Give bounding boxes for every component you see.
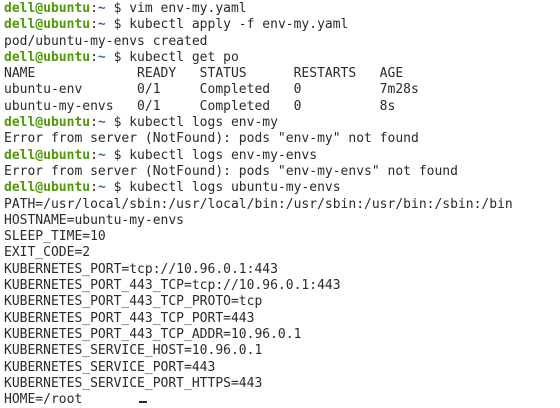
text-cursor [139,401,148,404]
output-line: KUBERNETES_SERVICE_PORT=443 [4,360,560,376]
output-text: KUBERNETES_PORT_443_TCP_PROTO=tcp [4,294,263,310]
output-text: ubuntu-my-envs 0/1 Completed 0 8s [4,98,396,114]
output-text: KUBERNETES_SERVICE_PORT=443 [4,359,216,375]
output-text: EXIT_CODE=2 [4,245,91,261]
output-line: KUBERNETES_PORT=tcp://10.96.0.1:443 [4,262,560,278]
command-line: dell@ubuntu:~ $ kubectl logs ubuntu-my-e… [4,180,560,196]
output-text: KUBERNETES_PORT_443_TCP_ADDR=10.96.0.1 [4,326,302,342]
output-line: KUBERNETES_PORT_443_TCP=tcp://10.96.0.1:… [4,278,560,294]
prompt-path: ~ [97,1,106,16]
command-line: dell@ubuntu:~ $ kubectl get po [4,50,560,66]
output-line: PATH=/usr/local/sbin:/usr/local/bin:/usr… [4,197,560,213]
output-line: KUBERNETES_SERVICE_HOST=10.96.0.1 [4,343,560,359]
output-text: KUBERNETES_PORT_443_TCP_PORT=443 [4,310,255,326]
output-text: NAME READY STATUS RESTARTS AGE [4,66,404,82]
output-line: KUBERNETES_PORT_443_TCP_PORT=443 [4,311,560,327]
command-line: dell@ubuntu:~ $ kubectl logs env-my [4,115,560,131]
prompt-path: ~ [97,17,106,33]
command-line: dell@ubuntu:~ $ kubectl logs env-my-envs [4,148,560,164]
prompt-user-host: dell@ubuntu [4,180,91,196]
output-text: KUBERNETES_SERVICE_HOST=10.96.0.1 [4,343,263,359]
prompt-user-host: dell@ubuntu [4,49,91,65]
output-line: Error from server (NotFound): pods "env-… [4,164,560,180]
output-line: KUBERNETES_PORT_443_TCP_ADDR=10.96.0.1 [4,327,560,343]
output-text: HOSTNAME=ubuntu-my-envs [4,212,185,228]
prompt-colon: : [90,49,98,65]
prompt-user-host: dell@ubuntu [4,147,91,163]
command-text: kubectl logs env-my [129,115,278,131]
output-text: Error from server (NotFound): pods "env-… [4,163,458,179]
output-line: NAME READY STATUS RESTARTS AGE [4,66,560,82]
command-line: dell@ubuntu:~ $ kubectl apply -f env-my.… [4,17,560,33]
command-text: kubectl logs ubuntu-my-envs [129,180,341,196]
prompt-path: ~ [97,115,106,131]
output-line: EXIT_CODE=2 [4,245,560,261]
output-text: ubuntu-env 0/1 Completed 0 7m28s [4,82,419,98]
output-line: Error from server (NotFound): pods "env-… [4,131,560,147]
prompt-colon: : [90,17,98,33]
prompt-colon: : [90,147,98,163]
prompt-user-host: dell@ubuntu [4,1,91,16]
prompt-path: ~ [97,180,106,196]
prompt-user-host: dell@ubuntu [4,115,91,131]
terminal-output[interactable]: dell@ubuntu:~ $ vim env-my.yaml dell@ubun… [0,0,560,407]
command-text: kubectl logs env-my-envs [129,147,318,163]
output-line: SLEEP_TIME=10 [4,229,560,245]
output-line: ubuntu-env 0/1 Completed 0 7m28s [4,82,560,98]
output-line: HOSTNAME=ubuntu-my-envs [4,213,560,229]
command-text: kubectl apply -f env-my.yaml [129,17,349,33]
prompt-user-host: dell@ubuntu [4,17,91,33]
output-line: HOME=/root [4,392,560,408]
output-text: KUBERNETES_PORT=tcp://10.96.0.1:443 [4,261,278,277]
output-text: KUBERNETES_SERVICE_PORT_HTTPS=443 [4,375,263,391]
output-text: SLEEP_TIME=10 [4,229,106,245]
prompt-path: ~ [97,49,106,65]
output-text: pod/ubuntu-my-envs created [4,33,208,49]
command-line: dell@ubuntu:~ $ vim env-my.yaml [4,1,560,17]
output-line: KUBERNETES_PORT_443_TCP_PROTO=tcp [4,294,560,310]
output-line: ubuntu-my-envs 0/1 Completed 0 8s [4,99,560,115]
prompt-path: ~ [97,147,106,163]
output-text: Error from server (NotFound): pods "env-… [4,131,419,147]
prompt-colon: : [90,1,98,16]
output-line: pod/ubuntu-my-envs created [4,34,560,50]
prompt-colon: : [90,115,98,131]
output-text: PATH=/usr/local/sbin:/usr/local/bin:/usr… [4,196,513,212]
output-text: KUBERNETES_PORT_443_TCP=tcp://10.96.0.1:… [4,278,341,294]
output-line: KUBERNETES_SERVICE_PORT_HTTPS=443 [4,376,560,392]
command-text: vim env-my.yaml [129,1,247,16]
command-text: kubectl get po [129,49,239,65]
prompt-colon: : [90,180,98,196]
